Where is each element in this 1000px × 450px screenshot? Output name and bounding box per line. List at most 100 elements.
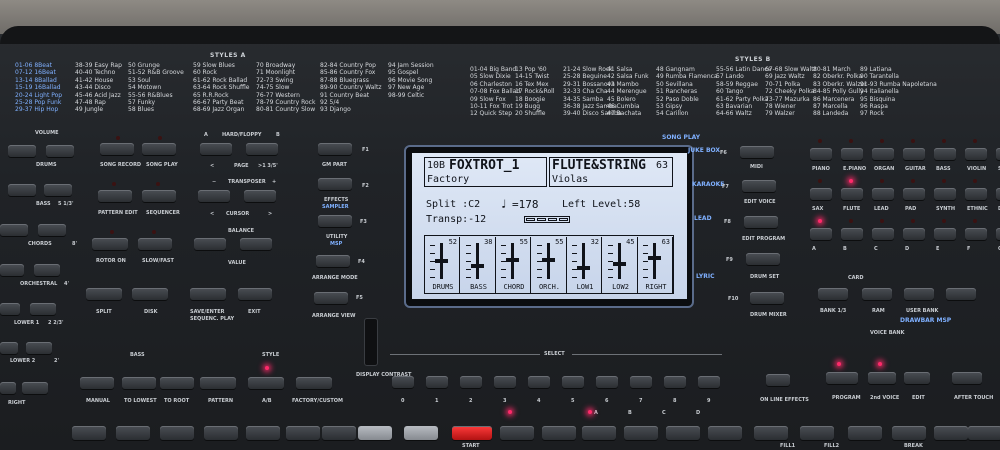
lower1-vol-down-button[interactable] xyxy=(0,303,20,315)
bottom-strip-button[interactable] xyxy=(500,426,534,440)
on-line-effects-button[interactable] xyxy=(766,374,790,386)
balance-down-button[interactable] xyxy=(194,238,226,250)
select-button-9[interactable] xyxy=(698,376,720,388)
chords-vol-down-button[interactable] xyxy=(0,224,28,236)
select-button-5[interactable] xyxy=(562,376,584,388)
pattern-button[interactable] xyxy=(200,377,236,389)
bottom-strip-button[interactable] xyxy=(624,426,658,440)
edit-voice-button[interactable] xyxy=(742,180,776,192)
effects-button[interactable] xyxy=(318,178,352,190)
bottom-strip-button[interactable] xyxy=(358,426,392,440)
start-button[interactable] xyxy=(452,426,492,440)
select-button-6[interactable] xyxy=(596,376,618,388)
bottom-strip-button[interactable] xyxy=(754,426,788,440)
utility-button[interactable] xyxy=(318,215,352,227)
bottom-strip-button[interactable] xyxy=(204,426,238,440)
hard-floppy-a-button[interactable] xyxy=(200,143,232,155)
slow-fast-button[interactable] xyxy=(138,238,172,250)
drum-mixer-button[interactable] xyxy=(750,292,784,304)
balance-up-button[interactable] xyxy=(240,238,272,250)
bottom-strip-button[interactable] xyxy=(322,426,356,440)
bottom-strip-button[interactable] xyxy=(848,426,882,440)
program-button[interactable] xyxy=(826,372,858,384)
arrange-view-button[interactable] xyxy=(314,292,348,304)
select-button-3[interactable] xyxy=(494,376,516,388)
voice-button-violin[interactable] xyxy=(965,148,987,160)
select-button-0[interactable] xyxy=(392,376,414,388)
bottom-strip-button[interactable] xyxy=(934,426,968,440)
ab-button[interactable] xyxy=(248,377,284,389)
select-button-2[interactable] xyxy=(460,376,482,388)
song-play-button[interactable] xyxy=(142,143,176,155)
voice-button-synth[interactable] xyxy=(934,188,956,200)
disk-button[interactable] xyxy=(132,288,168,300)
bottom-strip-button[interactable] xyxy=(72,426,106,440)
drums-vol-down-button[interactable] xyxy=(8,145,36,157)
gm-part-button[interactable] xyxy=(318,143,352,155)
voice-button-a[interactable] xyxy=(810,228,832,240)
edit-button[interactable] xyxy=(904,372,930,384)
right-vol-down-button[interactable] xyxy=(0,382,16,394)
orch-vol-down-button[interactable] xyxy=(0,264,24,276)
voice-button-organ[interactable] xyxy=(872,148,894,160)
transposer-up-button[interactable] xyxy=(244,190,276,202)
voice-button-g[interactable] xyxy=(996,228,1000,240)
drum-set-button[interactable] xyxy=(746,253,780,265)
user-bank-button[interactable] xyxy=(904,288,934,300)
bottom-strip-button[interactable] xyxy=(582,426,616,440)
user-bank-2-button[interactable] xyxy=(946,288,976,300)
manual-button[interactable] xyxy=(80,377,114,389)
midi-button[interactable] xyxy=(740,146,774,158)
bottom-strip-button[interactable] xyxy=(892,426,926,440)
voice-button-piano[interactable] xyxy=(810,148,832,160)
voice-button-flute[interactable] xyxy=(841,188,863,200)
sequencer-button[interactable] xyxy=(142,190,176,202)
voice-button-ethnic[interactable] xyxy=(965,188,987,200)
drums-vol-up-button[interactable] xyxy=(46,145,74,157)
ram-button[interactable] xyxy=(862,288,892,300)
bottom-strip-button[interactable] xyxy=(286,426,320,440)
split-button[interactable] xyxy=(86,288,122,300)
voice-button-pad[interactable] xyxy=(903,188,925,200)
voice-button-bass[interactable] xyxy=(934,148,956,160)
voice-button-strings[interactable] xyxy=(996,148,1000,160)
bottom-strip-button[interactable] xyxy=(666,426,700,440)
bottom-strip-button[interactable] xyxy=(116,426,150,440)
voice-button-d[interactable] xyxy=(903,228,925,240)
save-enter-button[interactable] xyxy=(190,288,226,300)
arrange-mode-button[interactable] xyxy=(316,255,350,267)
edit-program-button[interactable] xyxy=(744,216,778,228)
orch-vol-up-button[interactable] xyxy=(34,264,60,276)
exit-button[interactable] xyxy=(238,288,272,300)
voice-button-b[interactable] xyxy=(841,228,863,240)
voice-button-sax[interactable] xyxy=(810,188,832,200)
to-lowest-button[interactable] xyxy=(122,377,156,389)
voice-button-drums[interactable] xyxy=(996,188,1000,200)
select-button-1[interactable] xyxy=(426,376,448,388)
second-voice-button[interactable] xyxy=(868,372,896,384)
hard-floppy-b-button[interactable] xyxy=(246,143,278,155)
bass-vol-down-button[interactable] xyxy=(8,184,36,196)
lower2-vol-up-button[interactable] xyxy=(26,342,52,354)
voice-button-f[interactable] xyxy=(965,228,987,240)
display-contrast-slider[interactable] xyxy=(364,318,378,366)
bottom-strip-button[interactable] xyxy=(160,426,194,440)
right-vol-up-button[interactable] xyxy=(22,382,48,394)
select-button-8[interactable] xyxy=(664,376,686,388)
select-button-7[interactable] xyxy=(630,376,652,388)
factory-custom-button[interactable] xyxy=(296,377,332,389)
bass-vol-up-button[interactable] xyxy=(44,184,72,196)
song-record-button[interactable] xyxy=(100,143,134,155)
after-touch-button[interactable] xyxy=(952,372,982,384)
bottom-strip-button[interactable] xyxy=(246,426,280,440)
voice-button-epiano[interactable] xyxy=(841,148,863,160)
bottom-strip-button[interactable] xyxy=(968,426,1000,440)
voice-button-lead[interactable] xyxy=(872,188,894,200)
voice-button-e[interactable] xyxy=(934,228,956,240)
voice-button-c[interactable] xyxy=(872,228,894,240)
bottom-strip-button[interactable] xyxy=(404,426,438,440)
voice-button-guitar[interactable] xyxy=(903,148,925,160)
lower1-vol-up-button[interactable] xyxy=(30,303,56,315)
select-button-4[interactable] xyxy=(528,376,550,388)
bottom-strip-button[interactable] xyxy=(800,426,834,440)
